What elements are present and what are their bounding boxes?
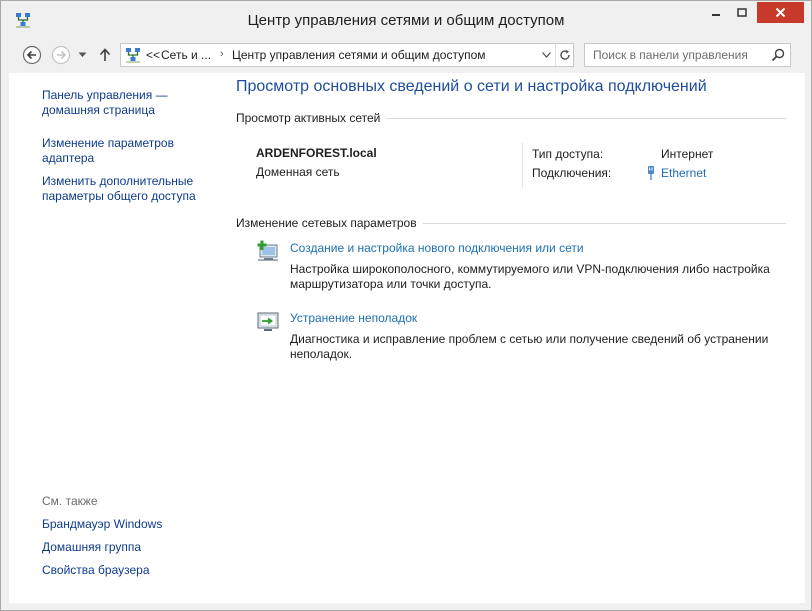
navigation-bar: << Сеть и ... › Центр управления сетями … — [7, 39, 805, 73]
breadcrumb-current[interactable]: Центр управления сетями и общим доступом — [232, 48, 486, 62]
access-type-label: Тип доступа: — [532, 147, 604, 161]
troubleshoot-description: Диагностика и исправление проблем с сеть… — [290, 332, 769, 361]
chevron-down-icon — [541, 52, 551, 58]
network-category: Доменная сеть — [256, 165, 340, 179]
maximize-icon — [737, 7, 747, 17]
network-info-divider — [522, 143, 523, 188]
window: Центр управления сетями и общим доступом — [0, 0, 812, 611]
active-networks-heading: Просмотр активных сетей — [236, 111, 387, 125]
chevron-down-icon — [78, 52, 86, 57]
sidebar-item-homegroup[interactable]: Домашняя группа — [42, 540, 141, 555]
breadcrumb-network[interactable]: Сеть и ... — [161, 48, 211, 62]
troubleshoot-icon[interactable] — [256, 310, 280, 334]
network-name: ARDENFOREST.local — [256, 146, 377, 160]
change-settings-heading: Изменение сетевых параметров — [236, 216, 423, 230]
sidebar-item-control-panel-home[interactable]: Панель управления — домашняя страница — [42, 88, 168, 118]
see-also-heading: См. также — [42, 494, 98, 508]
new-connection-link[interactable]: Создание и настройка нового подключения … — [290, 241, 584, 255]
address-history-button[interactable] — [537, 44, 555, 66]
back-arrow-icon — [22, 45, 42, 65]
address-bar[interactable]: << Сеть и ... › Центр управления сетями … — [120, 43, 574, 67]
ethernet-plug-icon[interactable] — [646, 166, 656, 180]
sidebar-item-browser-properties[interactable]: Свойства браузера — [42, 563, 150, 578]
sidebar-item-adapter-settings[interactable]: Изменение параметров адаптера — [42, 136, 174, 166]
forward-arrow-icon — [51, 45, 71, 65]
section-divider — [416, 223, 786, 224]
search-input[interactable] — [585, 44, 765, 66]
network-icon — [126, 48, 140, 63]
chevron-right-icon[interactable]: › — [220, 48, 224, 60]
connections-label: Подключения: — [532, 166, 612, 180]
new-connection-icon[interactable] — [256, 240, 280, 264]
forward-button[interactable] — [50, 44, 72, 66]
up-arrow-icon — [99, 48, 111, 61]
search-icon[interactable] — [771, 48, 785, 62]
close-button[interactable] — [757, 2, 804, 23]
access-type-value: Интернет — [661, 147, 714, 161]
sidebar: Панель управления — домашняя страница Из… — [9, 73, 224, 603]
section-divider — [376, 118, 786, 119]
minimize-button[interactable] — [703, 2, 729, 23]
sidebar-item-firewall[interactable]: Брандмауэр Windows — [42, 517, 162, 532]
sidebar-item-sharing-settings[interactable]: Изменить дополнительные параметры общего… — [42, 174, 196, 204]
up-button[interactable] — [96, 44, 114, 66]
title-bar[interactable]: Центр управления сетями и общим доступом — [1, 1, 811, 39]
recent-pages-button[interactable] — [75, 44, 89, 66]
search-box[interactable] — [584, 43, 791, 67]
breadcrumb-overflow[interactable]: << — [146, 48, 160, 62]
window-title: Центр управления сетями и общим доступом — [247, 12, 565, 29]
maximize-button[interactable] — [729, 2, 755, 23]
close-icon — [775, 7, 786, 18]
page-title: Просмотр основных сведений о сети и наст… — [236, 78, 707, 95]
ethernet-connection-link[interactable]: Ethernet — [661, 166, 706, 180]
back-button[interactable] — [21, 44, 43, 66]
main-panel: Просмотр основных сведений о сети и наст… — [236, 73, 796, 603]
refresh-icon — [560, 49, 570, 60]
refresh-button[interactable] — [555, 44, 574, 66]
content-pane: Панель управления — домашняя страница Из… — [9, 73, 805, 603]
troubleshoot-link[interactable]: Устранение неполадок — [290, 311, 417, 325]
new-connection-description: Настройка широкополосного, коммутируемог… — [290, 262, 770, 291]
minimize-icon — [712, 13, 720, 16]
